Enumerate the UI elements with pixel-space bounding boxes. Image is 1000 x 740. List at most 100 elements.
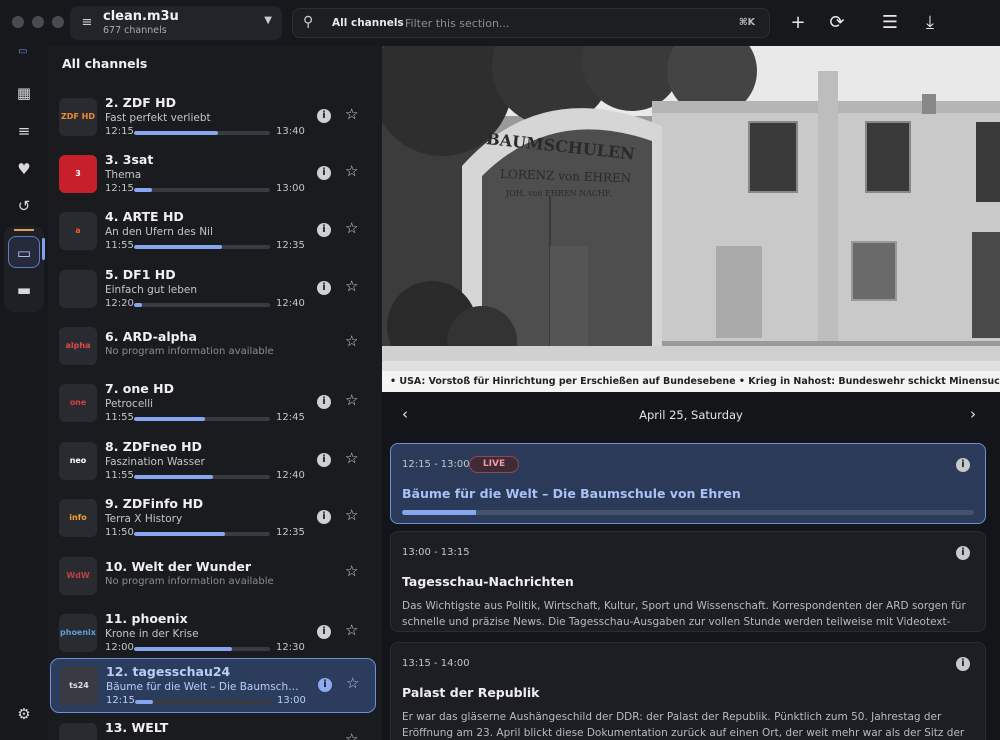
refresh-icon: ⟳: [829, 12, 845, 33]
program-end-time: 13:00: [276, 183, 305, 194]
info-icon[interactable]: i: [317, 223, 331, 237]
channel-item[interactable]: a 4. ARTE HD An den Ufern des Nil 11:55 …: [50, 204, 376, 259]
refresh-button[interactable]: ⟳: [825, 11, 849, 35]
program-title: Tagesschau-Nachrichten: [402, 574, 574, 589]
add-button[interactable]: +: [786, 11, 810, 35]
info-icon[interactable]: i: [956, 657, 970, 671]
info-icon[interactable]: i: [317, 166, 331, 180]
program-card[interactable]: 13:15 - 14:00 i Palast der Republik Er war…: [390, 642, 986, 740]
star-icon[interactable]: ☆: [345, 621, 358, 639]
channel-program: No program information available: [105, 576, 274, 587]
star-icon[interactable]: ☆: [345, 449, 358, 467]
star-icon[interactable]: ☆: [345, 332, 358, 350]
playlist-name: clean.m3u: [103, 9, 179, 24]
program-end-time: 12:35: [276, 240, 305, 251]
program-description: Er war das gläserne Aushängeschild der D…: [402, 711, 965, 739]
channel-program: Einfach gut leben: [105, 284, 198, 296]
chevron-right-icon[interactable]: ›: [970, 405, 976, 423]
program-start-time: 12:00: [105, 642, 134, 653]
channel-name: 11. phoenix: [105, 611, 188, 626]
search-input[interactable]: [405, 14, 705, 32]
rail-item-files[interactable]: ▬: [8, 274, 40, 306]
star-icon[interactable]: ☆: [345, 391, 358, 409]
program-time: 13:15 - 14:00: [402, 658, 470, 669]
channel-item[interactable]: ZDF HD 2. ZDF HD Fast perfekt verliebt 1…: [50, 90, 376, 145]
program-progress-bar: [134, 532, 270, 536]
program-progress-bar: [134, 188, 270, 192]
star-icon[interactable]: ☆: [345, 506, 358, 524]
info-icon[interactable]: i: [317, 453, 331, 467]
rail-item-favorites[interactable]: ♥: [8, 153, 40, 185]
program-end-time: 12:30: [276, 642, 305, 653]
program-end-time: 12:40: [276, 298, 305, 309]
info-icon[interactable]: i: [318, 678, 332, 692]
video-player[interactable]: BAUMSCHULEN LORENZ von EHREN JOH. von EH…: [382, 46, 1000, 392]
channel-item[interactable]: ts24 12. tagesschau24 Bäume für die Welt…: [50, 658, 376, 713]
program-end-time: 12:40: [276, 470, 305, 481]
channel-name: 5. DF1 HD: [105, 267, 176, 282]
star-icon[interactable]: ☆: [345, 162, 358, 180]
rail-item-history[interactable]: ↺: [8, 190, 40, 222]
window-minimize-button[interactable]: [32, 16, 44, 28]
playlist-selector[interactable]: ≡ clean.m3u 677 channels ▼: [70, 6, 282, 40]
channel-item[interactable]: phoenix 11. phoenix Krone in der Krise 1…: [50, 606, 376, 661]
program-progress-bar: [134, 647, 270, 651]
program-start-time: 11:50: [105, 527, 134, 538]
channel-item[interactable]: neo 8. ZDFneo HD Faszination Wasser 11:5…: [50, 434, 376, 489]
program-description: Das Wichtigste aus Politik, Wirtschaft, …: [402, 600, 966, 628]
program-progress-bar: [134, 245, 270, 249]
info-icon[interactable]: i: [956, 546, 970, 560]
window-close-button[interactable]: [12, 16, 24, 28]
list-view-button[interactable]: ☰: [878, 11, 902, 35]
star-icon[interactable]: ☆: [345, 277, 358, 295]
program-start-time: 11:55: [105, 470, 134, 481]
info-icon[interactable]: i: [317, 510, 331, 524]
dashboard-icon: ▦: [16, 84, 32, 102]
program-end-time: 12:45: [276, 412, 305, 423]
download-button[interactable]: ⤓: [918, 11, 942, 35]
program-start-time: 11:55: [105, 412, 134, 423]
rail-item-live-tv[interactable]: ▭: [8, 236, 40, 268]
program-card[interactable]: 13:00 - 13:15 i Tagesschau-Nachrichten Das…: [390, 531, 986, 632]
app-logo-icon: ▭: [18, 46, 28, 57]
channel-logo: ts24: [60, 667, 98, 705]
star-icon[interactable]: ☆: [346, 674, 359, 692]
channel-item[interactable]: WdW 10. Welt der Wunder No program infor…: [50, 549, 376, 604]
video-frame: BAUMSCHULEN LORENZ von EHREN JOH. von EH…: [382, 46, 1000, 392]
star-icon[interactable]: ☆: [345, 730, 358, 740]
channel-logo: alpha: [59, 327, 97, 365]
playlist-icon: ≡: [81, 15, 93, 30]
channel-item[interactable]: 3 3. 3sat Thema 12:15 13:00 i ☆: [50, 147, 376, 202]
channel-item[interactable]: alpha 6. ARD-alpha No program informatio…: [50, 319, 376, 374]
search-scope[interactable]: All channels: [332, 17, 404, 29]
chevron-down-icon: ▼: [264, 15, 272, 26]
program-card-live[interactable]: 12:15 - 13:00 LIVE i Bäume für die Welt – …: [390, 443, 986, 524]
info-icon[interactable]: i: [317, 109, 331, 123]
playlist-channel-count: 677 channels: [103, 25, 167, 36]
info-icon[interactable]: i: [956, 458, 970, 472]
rail-item-playlists[interactable]: ≡: [8, 115, 40, 147]
program-end-time: 13:40: [276, 126, 305, 137]
info-icon[interactable]: i: [317, 625, 331, 639]
rail-item-dashboard[interactable]: ▦: [8, 77, 40, 109]
channel-logo: [59, 723, 97, 740]
channel-name: 12. tagesschau24: [106, 664, 231, 679]
channel-item[interactable]: info 9. ZDFinfo HD Terra X History 11:50…: [50, 491, 376, 546]
star-icon[interactable]: ☆: [345, 105, 358, 123]
program-title: Palast der Republik: [402, 685, 540, 700]
channel-item[interactable]: 13. WELT ☆: [50, 715, 376, 740]
star-icon[interactable]: ☆: [345, 562, 358, 580]
channel-logo: a: [59, 212, 97, 250]
channel-item[interactable]: one 7. one HD Petrocelli 11:55 12:45 i ☆: [50, 376, 376, 431]
window-zoom-button[interactable]: [52, 16, 64, 28]
rail-item-settings[interactable]: ⚙: [8, 698, 40, 730]
search-shortcut: ⌘K: [738, 17, 755, 28]
search-bar[interactable]: ⚲ All channels ⌘K: [292, 8, 770, 38]
channel-logo: 3: [59, 155, 97, 193]
star-icon[interactable]: ☆: [345, 219, 358, 237]
program-progress-bar: [134, 475, 270, 479]
info-icon[interactable]: i: [317, 395, 331, 409]
channel-item[interactable]: 5. DF1 HD Einfach gut leben 12:20 12:40 …: [50, 262, 376, 317]
channel-program: Krone in der Krise: [105, 628, 199, 640]
info-icon[interactable]: i: [317, 281, 331, 295]
